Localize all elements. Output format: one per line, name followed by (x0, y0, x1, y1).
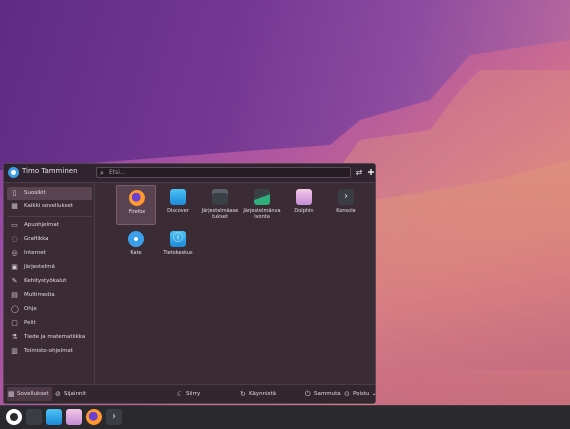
launcher-footer: ▦Sovellukset ⊘Sijainnit ☾Siirry valmiust… (4, 384, 377, 411)
app-label: Kate (130, 250, 142, 256)
sidebar-item-label: Toimisto-ohjelmat (24, 348, 73, 354)
sidebar-item-label: Tiede ja matematiikka (24, 334, 86, 340)
sidebar-item-system[interactable]: ▣ Järjestelmä (7, 261, 92, 274)
konsole-icon: › (338, 189, 354, 205)
sidebar-item-science[interactable]: ⚗ Tiede ja matematiikka (7, 331, 92, 344)
sidebar-item-help[interactable]: ◯ Ohje (7, 303, 92, 316)
app-tile-firefox[interactable]: Firefox (116, 185, 156, 225)
pin-icon[interactable]: ✚ (365, 167, 377, 179)
tab-label: Sijainnit (64, 391, 87, 397)
compass-icon: ⊘ (55, 390, 61, 398)
sidebar-item-all-apps[interactable]: ▦ Kaikki sovellukset (7, 200, 92, 213)
favorites-grid: Firefox Discover Järjestelmäase tukset J… (98, 182, 374, 387)
sidebar-item-label: Ohje (24, 306, 37, 312)
sidebar-item-office[interactable]: ▥ Toimisto-ohjelmat (7, 345, 92, 358)
app-tile-dolphin[interactable]: Dolphin (284, 185, 324, 225)
restart-button[interactable]: ↻Käynnistä uudelleen (239, 387, 302, 411)
search-field[interactable]: ⌕ (96, 167, 351, 178)
app-label: Konsole (336, 208, 356, 214)
app-label: Järjestelmänva lvonta (243, 208, 281, 220)
science-icon: ⚗ (11, 333, 18, 341)
multimedia-icon: ▤ (11, 291, 18, 299)
dolphin-icon[interactable] (66, 409, 82, 425)
grid-icon: ▦ (11, 202, 18, 210)
sidebar-item-graphics[interactable]: ◌ Grafiikka (7, 233, 92, 246)
kate-icon (128, 231, 144, 247)
search-input[interactable] (109, 168, 339, 177)
button-label: Poistu (353, 391, 370, 397)
app-tile-discover[interactable]: Discover (158, 185, 198, 225)
applications-icon: ▦ (8, 390, 15, 398)
wallpaper-fold (376, 160, 570, 410)
firefox-icon[interactable] (86, 409, 102, 425)
firefox-icon (129, 190, 145, 206)
application-launcher: Timo Tamminen ⌕ ⇄ ✚ ▯ Suosikit ▦ Kaikki so… (3, 163, 377, 411)
discover-icon (170, 189, 186, 205)
restart-icon: ↻ (240, 390, 246, 398)
chevron-down-icon: ⌄ (371, 390, 377, 397)
button-label: Sammuta (314, 391, 341, 397)
games-icon: ▢ (11, 319, 18, 327)
places-tab[interactable]: ⊘ Sijainnit (54, 387, 94, 401)
app-launcher-icon[interactable] (6, 409, 22, 425)
sidebar-item-development[interactable]: ✎ Kehitystyökalut (7, 275, 92, 288)
task-manager-icon[interactable] (26, 409, 42, 425)
sidebar-item-label: Järjestelmä (24, 264, 55, 270)
launcher-header: Timo Tamminen ⌕ ⇄ ✚ (4, 164, 375, 183)
search-icon: ⌕ (100, 169, 104, 177)
office-icon: ▥ (11, 347, 18, 355)
globe-icon: ◎ (11, 249, 18, 257)
info-center-icon: ⓘ (170, 231, 186, 247)
user-name: Timo Tamminen (22, 167, 78, 175)
discover-icon[interactable] (46, 409, 62, 425)
app-tile-system-monitor[interactable]: Järjestelmänva lvonta (242, 185, 282, 225)
taskbar: › (0, 405, 570, 429)
configure-icon[interactable]: ⇄ (353, 167, 365, 179)
sidebar-item-internet[interactable]: ◎ Internet (7, 247, 92, 260)
sidebar-divider (7, 216, 92, 217)
wrench-icon: ✎ (11, 277, 18, 285)
logout-button[interactable]: ⊙ Poistu ⌄ (343, 387, 377, 401)
app-label: Dolphin (294, 208, 314, 214)
app-tile-system-settings[interactable]: Järjestelmäase tukset (200, 185, 240, 225)
sidebar-item-label: Kehitystyökalut (24, 278, 67, 284)
system-settings-icon (212, 189, 228, 205)
help-icon: ◯ (11, 305, 19, 313)
applications-tab[interactable]: ▦ Sovellukset (7, 387, 52, 401)
sidebar-item-games[interactable]: ▢ Pelit (7, 317, 92, 330)
app-label: Firefox (128, 209, 146, 215)
power-icon: ⏻ (305, 390, 311, 398)
system-monitor-icon (254, 189, 270, 205)
sidebar-item-label: Kaikki sovellukset (24, 203, 74, 209)
sidebar-item-label: Grafiikka (24, 236, 49, 242)
favorites-icon: ▯ (12, 189, 17, 197)
shutdown-button[interactable]: ⏻ Sammuta (304, 387, 342, 401)
app-label: Tietokeskus (163, 250, 193, 256)
konsole-icon[interactable]: › (106, 409, 122, 425)
app-tile-kate[interactable]: Kate (116, 227, 156, 267)
dolphin-icon (296, 189, 312, 205)
utilities-icon: ▭ (11, 221, 18, 229)
app-label: Discover (167, 208, 189, 214)
logout-icon: ⊙ (344, 390, 350, 398)
sidebar-item-label: Multimedia (24, 292, 55, 298)
graphics-icon: ◌ (11, 235, 18, 243)
user-avatar-icon[interactable] (8, 167, 19, 178)
sidebar-item-label: Internet (24, 250, 46, 256)
app-label: Järjestelmäase tukset (201, 208, 239, 220)
system-icon: ▣ (11, 263, 18, 271)
sidebar-item-label: Suosikit (24, 190, 46, 196)
sleep-button[interactable]: ☾Siirry valmiustilaan (176, 387, 238, 411)
sidebar-item-utilities[interactable]: ▭ Apuohjelmat (7, 219, 92, 232)
moon-icon: ☾ (177, 390, 184, 398)
category-sidebar: ▯ Suosikit ▦ Kaikki sovellukset ▭ Apuohjelm… (4, 182, 95, 387)
sidebar-item-multimedia[interactable]: ▤ Multimedia (7, 289, 92, 302)
app-tile-info-center[interactable]: ⓘ Tietokeskus (158, 227, 198, 267)
tab-label: Sovellukset (17, 391, 49, 397)
sidebar-item-label: Pelit (24, 320, 36, 326)
app-tile-konsole[interactable]: › Konsole (326, 185, 366, 225)
sidebar-item-favorites[interactable]: ▯ Suosikit (7, 187, 92, 200)
sidebar-item-label: Apuohjelmat (24, 222, 59, 228)
